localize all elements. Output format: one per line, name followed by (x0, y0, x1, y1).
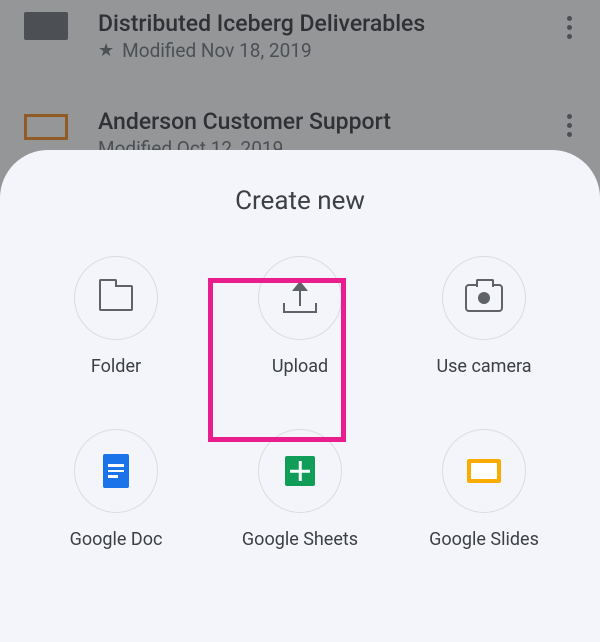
create-google-slides-option[interactable]: Google Slides (392, 429, 576, 550)
option-label: Use camera (436, 356, 531, 377)
option-label: Google Doc (70, 529, 163, 550)
sheet-title: Create new (24, 186, 576, 216)
upload-icon (283, 283, 317, 313)
create-google-doc-option[interactable]: Google Doc (24, 429, 208, 550)
google-slides-icon (467, 459, 501, 483)
google-sheets-icon (285, 456, 315, 486)
create-folder-option[interactable]: Folder (24, 256, 208, 377)
option-label: Google Sheets (242, 529, 358, 550)
option-label: Folder (91, 356, 141, 377)
google-doc-icon (103, 454, 129, 488)
create-upload-option[interactable]: Upload (208, 256, 392, 377)
create-new-sheet: Create new Folder Upload Use camera Goog… (0, 150, 600, 642)
option-label: Google Slides (429, 529, 539, 550)
option-label: Upload (272, 356, 328, 377)
folder-icon (99, 285, 133, 311)
create-options-grid: Folder Upload Use camera Google Doc Goog… (24, 256, 576, 550)
camera-icon (465, 284, 503, 312)
create-google-sheets-option[interactable]: Google Sheets (208, 429, 392, 550)
create-camera-option[interactable]: Use camera (392, 256, 576, 377)
